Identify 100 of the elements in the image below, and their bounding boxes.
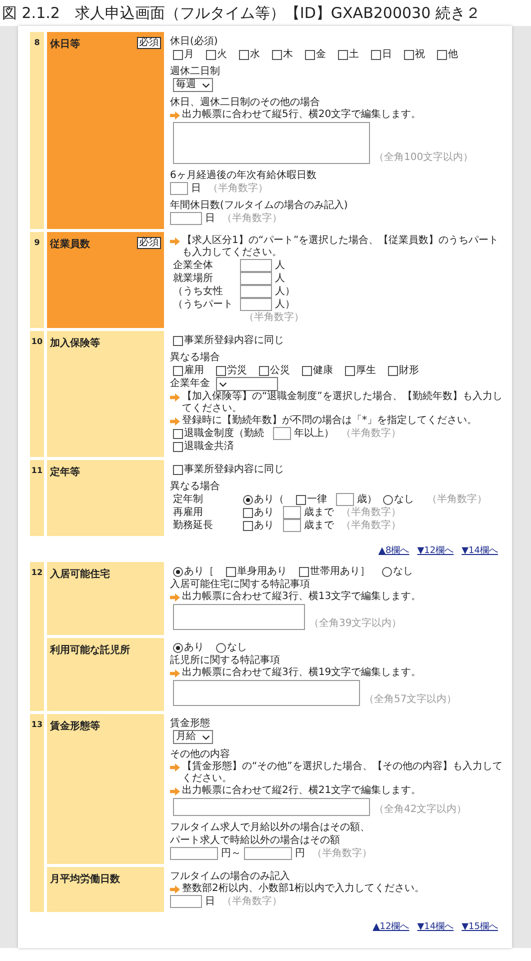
anchor-link[interactable]: ▲12欄へ: [372, 920, 410, 933]
checkbox[interactable]: あり: [243, 520, 274, 532]
checkbox[interactable]: 厚生: [345, 364, 376, 376]
checkbox[interactable]: 健康: [302, 364, 333, 376]
hint-text: （半角数字）: [427, 494, 487, 506]
checkbox[interactable]: 水: [239, 48, 260, 60]
anchor-link[interactable]: ▲8欄へ: [378, 544, 410, 557]
field-text: 歳）: [357, 494, 377, 506]
radio-button[interactable]: あり［: [173, 566, 214, 578]
field-text: 企業全体: [173, 260, 213, 270]
field-text: 円～: [221, 848, 241, 860]
arrow-icon: [170, 669, 180, 678]
field-text: 入居可能住宅に関する特記事項: [170, 578, 310, 590]
field-label: 加入保険等: [50, 336, 100, 350]
text-area[interactable]: [173, 604, 305, 630]
input-field[interactable]: [336, 493, 354, 506]
field-text: 勤務延長: [173, 520, 213, 530]
checkbox[interactable]: 労災: [216, 364, 247, 376]
field-text: その他の内容: [170, 748, 230, 760]
text-area[interactable]: [173, 122, 370, 164]
input-field[interactable]: [170, 895, 202, 908]
hint-text: （半角数字）: [222, 896, 282, 908]
radio-button[interactable]: なし: [382, 566, 413, 578]
anchor-link[interactable]: ▼14欄へ: [462, 544, 498, 557]
input-field[interactable]: [244, 847, 292, 860]
anchor-link[interactable]: ▼14欄へ: [417, 920, 454, 933]
field-text: 日: [205, 896, 215, 908]
input-field[interactable]: [240, 285, 272, 298]
instruction-text: 【賃金形態】の“その他”を選択した場合、【その他の内容】も入力してください。: [182, 761, 504, 784]
checkbox[interactable]: 退職金共済: [173, 440, 234, 452]
checkbox[interactable]: 雇用: [173, 364, 204, 376]
checkbox[interactable]: 土: [338, 48, 359, 60]
checkbox[interactable]: 祝: [404, 48, 425, 60]
checkbox[interactable]: 月: [173, 48, 194, 60]
checkbox[interactable]: 公災: [259, 364, 290, 376]
text-area[interactable]: [173, 798, 370, 816]
checkbox[interactable]: 単身用あり: [226, 566, 287, 578]
arrow-icon: [170, 593, 180, 602]
radio-button[interactable]: なし: [216, 642, 247, 654]
row-number-cell: 11: [30, 460, 44, 536]
input-field[interactable]: [273, 427, 291, 440]
input-field[interactable]: [170, 212, 202, 225]
dropdown[interactable]: 月給: [173, 730, 213, 744]
dropdown[interactable]: [216, 377, 278, 391]
hint-text: （全角100文字以内）: [374, 152, 474, 164]
required-badge: 必須: [137, 237, 161, 249]
checkbox[interactable]: 事業所登録内容に同じ: [173, 464, 284, 476]
field-text: 人: [275, 260, 285, 272]
radio-button[interactable]: なし: [383, 494, 414, 506]
dropdown[interactable]: 毎週: [173, 78, 213, 92]
arrow-icon: [170, 787, 180, 796]
field-text: 日: [205, 212, 215, 224]
checkbox[interactable]: 日: [371, 48, 392, 60]
hint-text: （全角42文字以内）: [374, 804, 467, 816]
input-field[interactable]: [170, 847, 218, 860]
input-field[interactable]: [240, 272, 272, 285]
checkbox[interactable]: 財形: [388, 364, 419, 376]
checkbox[interactable]: 金: [305, 48, 326, 60]
field-text: 再雇用: [173, 506, 203, 518]
field-text: 6ヶ月経過後の年次有給休暇日数: [170, 170, 316, 182]
caret-icon: [202, 82, 210, 88]
field-text: パート求人で時給以外の場合はその額: [170, 834, 340, 846]
checkbox[interactable]: 退職金制度（勤続: [173, 428, 264, 440]
arrow-icon: [170, 111, 180, 120]
checkbox[interactable]: 火: [206, 48, 227, 60]
field-text: 歳まで: [304, 506, 334, 518]
checkbox[interactable]: 一律: [296, 494, 327, 506]
checkbox[interactable]: 世帯用あり］: [299, 566, 370, 578]
field-text: 年間休日数(フルタイムの場合のみ記入): [170, 200, 348, 212]
input-field[interactable]: [170, 182, 188, 195]
required-badge: 必須: [137, 37, 161, 49]
text-area[interactable]: [173, 680, 360, 706]
input-field[interactable]: [283, 519, 301, 532]
field-text: フルタイム求人で月給以外の場合はその額、: [170, 822, 370, 834]
field-text: フルタイムの場合のみ記入: [170, 870, 290, 882]
field-text: 休日(必須): [170, 36, 218, 48]
anchor-link[interactable]: ▼12欄へ: [417, 544, 454, 557]
figure-caption: 図 2.1.2 求人申込画面（フルタイム等）【ID】GXAB200030 続き２: [1, 3, 482, 24]
instruction-text: 【求人区分1】の“パート”を選択した場合、【従業員数】のうちパートも入力してください。: [182, 235, 500, 259]
checkbox[interactable]: 木: [272, 48, 293, 60]
arrow-icon: [170, 393, 180, 402]
checkbox[interactable]: 事業所登録内容に同じ: [173, 334, 284, 346]
input-field[interactable]: [283, 506, 301, 519]
instruction-text: 登録時に【勤続年数】が不問の場合は「*」を指定してください。: [182, 415, 477, 427]
input-field[interactable]: [240, 259, 272, 272]
row-number-cell: 10: [30, 331, 44, 457]
field-text: 企業年金: [170, 378, 210, 390]
row-number-cell: 8: [30, 32, 44, 229]
checkbox[interactable]: あり: [243, 506, 274, 518]
input-field[interactable]: [240, 298, 272, 311]
anchor-link[interactable]: ▼15欄へ: [462, 920, 498, 933]
caret-icon: [219, 382, 227, 386]
field-text: 異なる場合: [170, 480, 220, 492]
hint-text: （半角数字）: [312, 848, 372, 860]
hint-text: （半角数字）: [222, 212, 282, 224]
checkbox[interactable]: 他: [437, 48, 458, 60]
hint-text: （全角39文字以内）: [309, 618, 402, 630]
arrow-icon: [170, 763, 180, 772]
radio-button[interactable]: あり: [173, 642, 204, 654]
radio-button[interactable]: あり（: [243, 494, 284, 506]
